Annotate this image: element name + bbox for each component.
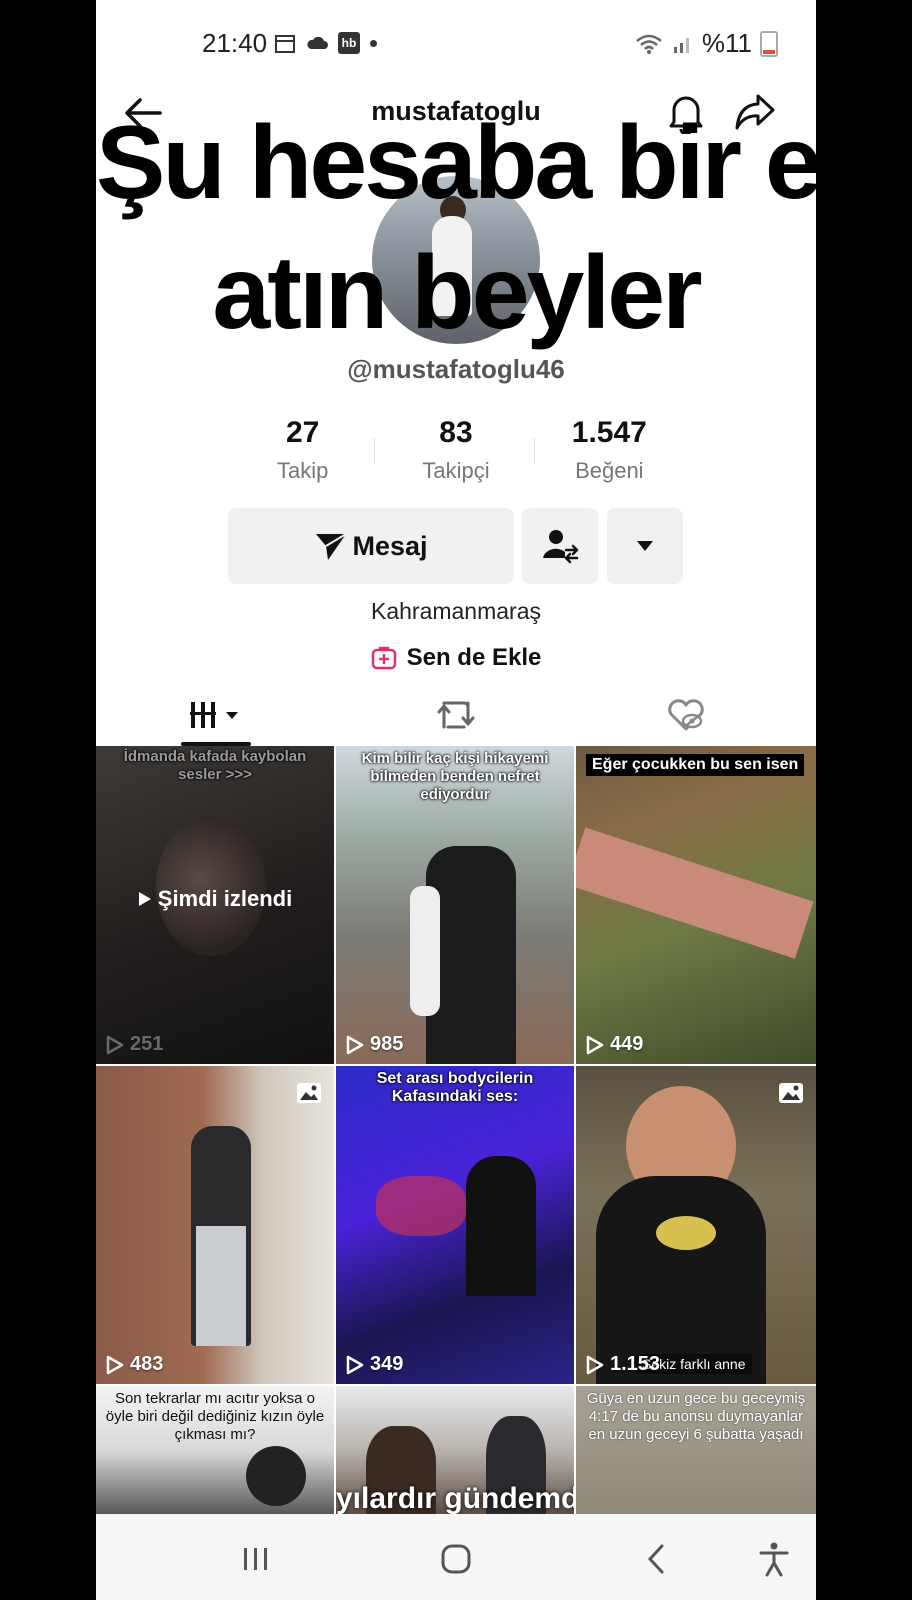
send-icon — [316, 533, 347, 560]
caret-down-icon — [637, 541, 653, 551]
play-outline-icon — [106, 1035, 124, 1054]
hidden-heart-icon — [668, 699, 704, 731]
tab-reposts[interactable] — [416, 690, 496, 740]
repost-icon — [437, 701, 475, 729]
battery-percent: %11 — [701, 28, 752, 58]
notification-dot-icon — [370, 39, 377, 47]
add-yours-link[interactable]: Sen de Ekle — [96, 644, 816, 672]
video-thumbnail[interactable]: yılardır gündemde — [336, 1386, 574, 1516]
play-outline-icon — [586, 1035, 604, 1054]
back-nav-icon[interactable] — [636, 1542, 676, 1576]
video-thumbnail[interactable]: Set arası bodycilerin Kafasındaki ses: 3… — [336, 1066, 574, 1384]
play-outline-icon — [346, 1035, 364, 1054]
signal-icon — [673, 37, 689, 53]
overlay-text-line-2: atın beyler — [212, 235, 702, 351]
cloud-icon — [307, 36, 328, 49]
video-thumbnail[interactable]: Sekiz farklı anne 1.153 — [576, 1066, 816, 1384]
play-icon — [138, 892, 151, 906]
message-button[interactable]: Mesaj — [228, 508, 514, 584]
follow-status-button[interactable] — [522, 508, 598, 584]
profile-location: Kahramanmaraş — [370, 598, 542, 624]
calendar-icon — [275, 35, 295, 53]
video-thumbnail[interactable]: Son tekrarlar mı acıtır yoksa o öyle bir… — [96, 1386, 334, 1516]
status-bar: 21:40 hb %11 — [96, 22, 816, 66]
more-dropdown-button[interactable] — [607, 508, 683, 584]
add-plus-box-icon — [371, 646, 396, 670]
tab-liked[interactable] — [646, 690, 726, 740]
recent-apps-icon[interactable] — [236, 1542, 276, 1576]
photo-icon — [779, 1083, 803, 1103]
photo-icon — [297, 1083, 321, 1103]
system-nav-bar — [96, 1514, 816, 1600]
status-time: 21:40 — [202, 28, 268, 58]
home-icon[interactable] — [436, 1542, 476, 1576]
battery-icon — [760, 30, 778, 57]
view-count: 483 — [106, 1353, 163, 1376]
overlay-text-line-1: Şu hesaba bir el — [96, 105, 816, 221]
view-count: 349 — [346, 1353, 403, 1376]
stat-following[interactable]: 27 Takip — [226, 416, 379, 484]
accessibility-icon[interactable] — [754, 1542, 794, 1577]
grid-icon — [190, 702, 238, 728]
video-thumbnail[interactable]: Güya en uzun gece bu geceymiş 4:17 de bu… — [576, 1386, 816, 1516]
watched-now-label: Şimdi izlendi — [96, 886, 334, 912]
view-count: 251 — [106, 1033, 163, 1056]
user-swap-icon — [543, 530, 579, 564]
profile-stats: 27 Takip 83 Takipçi 1.547 Beğeni — [226, 416, 686, 484]
tab-videos[interactable] — [176, 690, 256, 740]
video-thumbnail[interactable]: İdmanda kafada kaybolan sesler >>> Şimdi… — [96, 746, 334, 1064]
view-count: 449 — [586, 1033, 643, 1056]
play-outline-icon — [586, 1355, 604, 1374]
stat-divider — [374, 438, 375, 464]
stat-likes[interactable]: 1.547 Beğeni — [533, 416, 686, 484]
stat-divider — [534, 438, 535, 464]
phone-screen: 21:40 hb %11 mustafatoglu Şu hesaba bir … — [96, 0, 816, 1600]
video-thumbnail[interactable]: 483 — [96, 1066, 334, 1384]
view-count: 1.153 — [586, 1353, 660, 1376]
play-outline-icon — [346, 1355, 364, 1374]
video-thumbnail[interactable]: Eğer çocukken bu sen isen 449 — [576, 746, 816, 1064]
profile-tabs — [96, 680, 816, 746]
stat-followers[interactable]: 83 Takipçi — [379, 416, 532, 484]
video-thumbnail[interactable]: Kim bilir kaç kişi hikayemi bilmeden ben… — [336, 746, 574, 1064]
hb-app-icon: hb — [338, 32, 360, 54]
play-outline-icon — [106, 1355, 124, 1374]
profile-handle: @mustafatoglu46 — [347, 354, 565, 384]
view-count: 985 — [346, 1033, 403, 1056]
wifi-icon — [636, 34, 662, 54]
